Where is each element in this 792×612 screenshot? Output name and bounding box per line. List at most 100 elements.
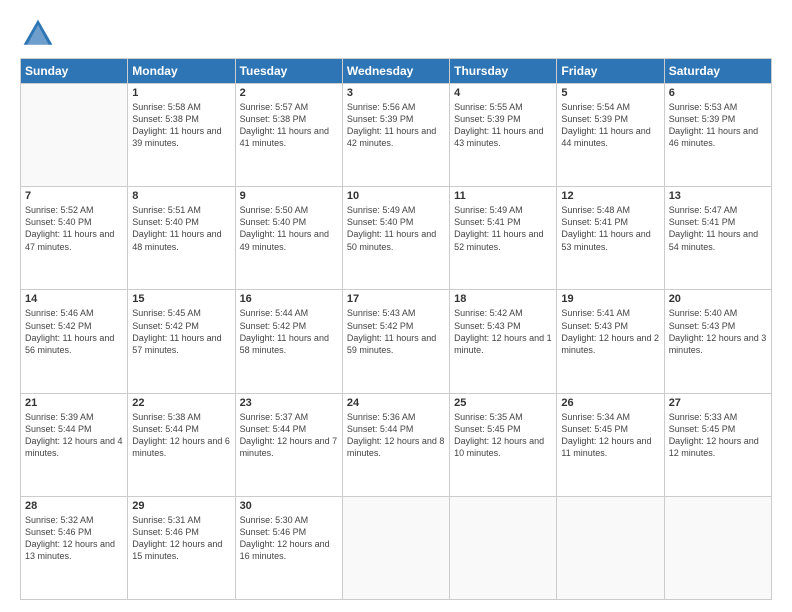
day-number: 21 [25,397,123,409]
day-number: 29 [132,500,230,512]
day-number: 22 [132,397,230,409]
day-number: 13 [669,190,767,202]
cell-info: Sunrise: 5:52 AMSunset: 5:40 PMDaylight:… [25,204,123,253]
calendar-cell: 11 Sunrise: 5:49 AMSunset: 5:41 PMDayligh… [450,187,557,290]
cell-info: Sunrise: 5:35 AMSunset: 5:45 PMDaylight:… [454,411,552,460]
calendar-cell: 24 Sunrise: 5:36 AMSunset: 5:44 PMDayligh… [342,393,449,496]
logo [20,16,58,52]
day-number: 11 [454,190,552,202]
day-number: 18 [454,293,552,305]
day-number: 27 [669,397,767,409]
cell-info: Sunrise: 5:51 AMSunset: 5:40 PMDaylight:… [132,204,230,253]
calendar-cell: 26 Sunrise: 5:34 AMSunset: 5:45 PMDayligh… [557,393,664,496]
cell-info: Sunrise: 5:44 AMSunset: 5:42 PMDaylight:… [240,307,338,356]
cell-info: Sunrise: 5:48 AMSunset: 5:41 PMDaylight:… [561,204,659,253]
calendar-cell: 21 Sunrise: 5:39 AMSunset: 5:44 PMDayligh… [21,393,128,496]
day-number: 1 [132,87,230,99]
cell-info: Sunrise: 5:43 AMSunset: 5:42 PMDaylight:… [347,307,445,356]
calendar-cell [557,496,664,599]
day-number: 26 [561,397,659,409]
day-number: 5 [561,87,659,99]
calendar-cell: 4 Sunrise: 5:55 AMSunset: 5:39 PMDaylight… [450,84,557,187]
day-number: 9 [240,190,338,202]
cell-info: Sunrise: 5:58 AMSunset: 5:38 PMDaylight:… [132,101,230,150]
day-number: 19 [561,293,659,305]
calendar-cell: 15 Sunrise: 5:45 AMSunset: 5:42 PMDayligh… [128,290,235,393]
calendar-cell: 13 Sunrise: 5:47 AMSunset: 5:41 PMDayligh… [664,187,771,290]
cell-info: Sunrise: 5:46 AMSunset: 5:42 PMDaylight:… [25,307,123,356]
calendar-cell: 30 Sunrise: 5:30 AMSunset: 5:46 PMDayligh… [235,496,342,599]
calendar-cell: 5 Sunrise: 5:54 AMSunset: 5:39 PMDaylight… [557,84,664,187]
calendar-cell [21,84,128,187]
cell-info: Sunrise: 5:31 AMSunset: 5:46 PMDaylight:… [132,514,230,563]
day-number: 16 [240,293,338,305]
calendar-table: SundayMondayTuesdayWednesdayThursdayFrid… [20,58,772,600]
calendar-cell: 2 Sunrise: 5:57 AMSunset: 5:38 PMDaylight… [235,84,342,187]
day-number: 7 [25,190,123,202]
weekday-header: Sunday [21,59,128,84]
calendar-cell: 9 Sunrise: 5:50 AMSunset: 5:40 PMDaylight… [235,187,342,290]
cell-info: Sunrise: 5:32 AMSunset: 5:46 PMDaylight:… [25,514,123,563]
calendar-cell: 7 Sunrise: 5:52 AMSunset: 5:40 PMDaylight… [21,187,128,290]
cell-info: Sunrise: 5:40 AMSunset: 5:43 PMDaylight:… [669,307,767,356]
cell-info: Sunrise: 5:55 AMSunset: 5:39 PMDaylight:… [454,101,552,150]
weekday-header: Friday [557,59,664,84]
calendar-week-row: 7 Sunrise: 5:52 AMSunset: 5:40 PMDaylight… [21,187,772,290]
calendar-cell: 29 Sunrise: 5:31 AMSunset: 5:46 PMDayligh… [128,496,235,599]
cell-info: Sunrise: 5:30 AMSunset: 5:46 PMDaylight:… [240,514,338,563]
calendar-cell [450,496,557,599]
cell-info: Sunrise: 5:54 AMSunset: 5:39 PMDaylight:… [561,101,659,150]
calendar-cell: 1 Sunrise: 5:58 AMSunset: 5:38 PMDaylight… [128,84,235,187]
calendar-cell: 22 Sunrise: 5:38 AMSunset: 5:44 PMDayligh… [128,393,235,496]
calendar-cell: 12 Sunrise: 5:48 AMSunset: 5:41 PMDayligh… [557,187,664,290]
calendar-cell: 18Sunrise: 5:42 AMSunset: 5:43 PMDayligh… [450,290,557,393]
cell-info: Sunrise: 5:47 AMSunset: 5:41 PMDaylight:… [669,204,767,253]
calendar-cell [664,496,771,599]
cell-info: Sunrise: 5:33 AMSunset: 5:45 PMDaylight:… [669,411,767,460]
day-number: 15 [132,293,230,305]
cell-info: Sunrise: 5:53 AMSunset: 5:39 PMDaylight:… [669,101,767,150]
cell-info: Sunrise: 5:39 AMSunset: 5:44 PMDaylight:… [25,411,123,460]
cell-info: Sunrise: 5:41 AMSunset: 5:43 PMDaylight:… [561,307,659,356]
calendar-week-row: 1 Sunrise: 5:58 AMSunset: 5:38 PMDaylight… [21,84,772,187]
weekday-header: Monday [128,59,235,84]
calendar-cell: 28Sunrise: 5:32 AMSunset: 5:46 PMDayligh… [21,496,128,599]
calendar-cell [342,496,449,599]
cell-info: Sunrise: 5:45 AMSunset: 5:42 PMDaylight:… [132,307,230,356]
calendar-cell: 10 Sunrise: 5:49 AMSunset: 5:40 PMDayligh… [342,187,449,290]
day-number: 3 [347,87,445,99]
cell-info: Sunrise: 5:57 AMSunset: 5:38 PMDaylight:… [240,101,338,150]
calendar-cell: 8Sunrise: 5:51 AMSunset: 5:40 PMDaylight… [128,187,235,290]
day-number: 24 [347,397,445,409]
cell-info: Sunrise: 5:34 AMSunset: 5:45 PMDaylight:… [561,411,659,460]
cell-info: Sunrise: 5:50 AMSunset: 5:40 PMDaylight:… [240,204,338,253]
calendar-cell: 20 Sunrise: 5:40 AMSunset: 5:43 PMDayligh… [664,290,771,393]
cell-info: Sunrise: 5:38 AMSunset: 5:44 PMDaylight:… [132,411,230,460]
weekday-header: Saturday [664,59,771,84]
day-number: 2 [240,87,338,99]
day-number: 25 [454,397,552,409]
cell-info: Sunrise: 5:49 AMSunset: 5:40 PMDaylight:… [347,204,445,253]
day-number: 10 [347,190,445,202]
day-number: 20 [669,293,767,305]
day-number: 17 [347,293,445,305]
weekday-header: Wednesday [342,59,449,84]
day-number: 4 [454,87,552,99]
cell-info: Sunrise: 5:37 AMSunset: 5:44 PMDaylight:… [240,411,338,460]
day-number: 12 [561,190,659,202]
calendar-cell: 23 Sunrise: 5:37 AMSunset: 5:44 PMDayligh… [235,393,342,496]
page: SundayMondayTuesdayWednesdayThursdayFrid… [0,0,792,612]
cell-info: Sunrise: 5:36 AMSunset: 5:44 PMDaylight:… [347,411,445,460]
calendar-header-row: SundayMondayTuesdayWednesdayThursdayFrid… [21,59,772,84]
day-number: 23 [240,397,338,409]
calendar-week-row: 28Sunrise: 5:32 AMSunset: 5:46 PMDayligh… [21,496,772,599]
calendar-cell: 14 Sunrise: 5:46 AMSunset: 5:42 PMDayligh… [21,290,128,393]
calendar-cell: 19 Sunrise: 5:41 AMSunset: 5:43 PMDayligh… [557,290,664,393]
day-number: 14 [25,293,123,305]
calendar-cell: 27 Sunrise: 5:33 AMSunset: 5:45 PMDayligh… [664,393,771,496]
day-number: 30 [240,500,338,512]
cell-info: Sunrise: 5:49 AMSunset: 5:41 PMDaylight:… [454,204,552,253]
calendar-week-row: 21 Sunrise: 5:39 AMSunset: 5:44 PMDayligh… [21,393,772,496]
cell-info: Sunrise: 5:56 AMSunset: 5:39 PMDaylight:… [347,101,445,150]
calendar-week-row: 14 Sunrise: 5:46 AMSunset: 5:42 PMDayligh… [21,290,772,393]
